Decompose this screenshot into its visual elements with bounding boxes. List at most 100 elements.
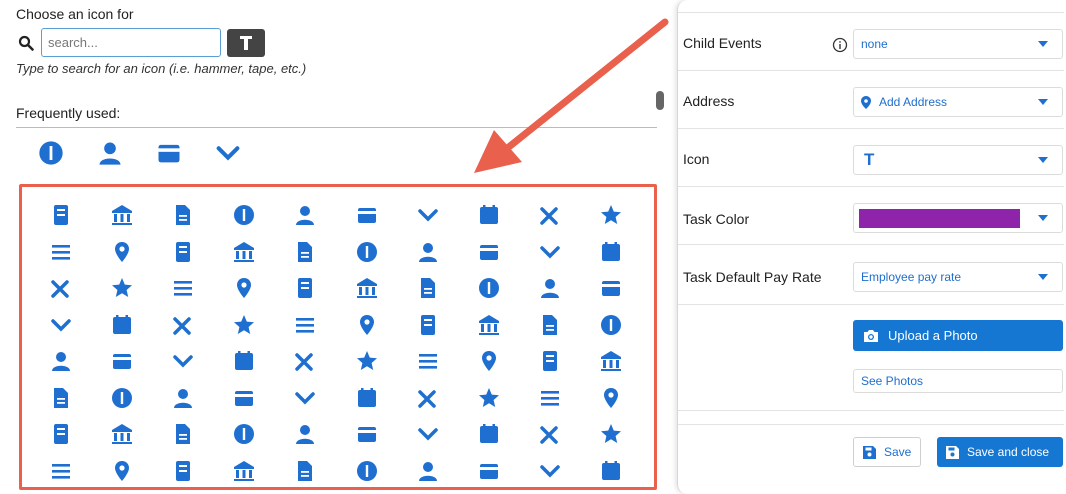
square-outline-icon[interactable] bbox=[30, 307, 91, 344]
institution-icon[interactable] bbox=[275, 197, 336, 234]
circle-outline-icon[interactable] bbox=[91, 416, 152, 453]
copy-icon[interactable] bbox=[336, 197, 397, 234]
save-and-close-button[interactable]: Save and close bbox=[937, 437, 1063, 467]
location-pin-icon[interactable] bbox=[581, 307, 642, 344]
dollar-sign-icon[interactable] bbox=[214, 197, 275, 234]
width-icon[interactable] bbox=[336, 380, 397, 417]
truck-icon[interactable] bbox=[397, 270, 458, 307]
barcode-icon[interactable] bbox=[336, 343, 397, 380]
calendar-grid-icon[interactable] bbox=[520, 343, 581, 380]
credit-card-icon[interactable] bbox=[30, 234, 91, 271]
blank-file-icon[interactable] bbox=[152, 270, 213, 307]
save-button[interactable]: Save bbox=[853, 437, 921, 467]
stairs-up-icon[interactable] bbox=[581, 416, 642, 453]
divider bbox=[678, 410, 1064, 411]
parking-icon[interactable] bbox=[581, 234, 642, 271]
lift-icon[interactable] bbox=[520, 380, 581, 417]
book-icon[interactable] bbox=[458, 343, 519, 380]
list-icon[interactable] bbox=[152, 416, 213, 453]
office-building-icon[interactable] bbox=[581, 197, 642, 234]
handshake-icon[interactable] bbox=[275, 307, 336, 344]
money-bag-icon[interactable] bbox=[91, 343, 152, 380]
address-select[interactable]: Add Address bbox=[853, 87, 1063, 117]
child-events-select[interactable]: none bbox=[853, 29, 1063, 59]
chevron-down-icon[interactable] bbox=[275, 234, 336, 271]
text-cursor-box-icon[interactable] bbox=[336, 270, 397, 307]
image-file-icon[interactable] bbox=[458, 234, 519, 271]
vertical-height-icon[interactable] bbox=[336, 307, 397, 344]
microphone-icon[interactable] bbox=[214, 270, 275, 307]
tags-icon[interactable] bbox=[275, 270, 336, 307]
document-icon[interactable] bbox=[152, 197, 213, 234]
city-icon[interactable] bbox=[93, 138, 127, 168]
word-file-icon[interactable] bbox=[30, 270, 91, 307]
pay-rate-select[interactable]: Employee pay rate bbox=[853, 262, 1063, 292]
star-icon[interactable] bbox=[152, 307, 213, 344]
clipboard-arrow-icon[interactable] bbox=[458, 270, 519, 307]
sort-numeric-icon[interactable] bbox=[397, 416, 458, 453]
excel-file-icon[interactable] bbox=[397, 234, 458, 271]
receipt-icon[interactable] bbox=[520, 307, 581, 344]
worker-icon[interactable] bbox=[152, 343, 213, 380]
mountain-icon[interactable] bbox=[336, 453, 397, 490]
stairs-icon[interactable] bbox=[397, 343, 458, 380]
chevron-down-icon bbox=[1038, 99, 1048, 105]
archive-upload-icon[interactable] bbox=[91, 380, 152, 417]
factory-icon[interactable] bbox=[520, 270, 581, 307]
card-icon[interactable] bbox=[30, 453, 91, 490]
support-icon[interactable] bbox=[30, 380, 91, 417]
video-file-icon[interactable] bbox=[91, 270, 152, 307]
clock-icon[interactable] bbox=[152, 453, 213, 490]
icon-select[interactable]: T bbox=[853, 145, 1063, 175]
building-icon[interactable] bbox=[520, 197, 581, 234]
edit-folder-icon[interactable] bbox=[214, 234, 275, 271]
info-icon[interactable] bbox=[832, 37, 848, 53]
icon-search-input[interactable] bbox=[41, 28, 221, 57]
feather-icon[interactable] bbox=[211, 138, 245, 168]
projector-icon[interactable] bbox=[91, 453, 152, 490]
box-icon[interactable] bbox=[30, 416, 91, 453]
caret-down-icon[interactable] bbox=[214, 307, 275, 344]
close-icon[interactable] bbox=[91, 307, 152, 344]
hand-truck-icon[interactable] bbox=[458, 380, 519, 417]
calendar-icon[interactable] bbox=[336, 234, 397, 271]
zoom-user-icon[interactable] bbox=[275, 453, 336, 490]
thermometer-icon[interactable] bbox=[30, 197, 91, 234]
text-icon-button[interactable] bbox=[227, 29, 265, 57]
baht-icon[interactable] bbox=[91, 234, 152, 271]
grid-folder-icon[interactable] bbox=[458, 307, 519, 344]
cheers-icon[interactable] bbox=[34, 138, 68, 168]
question-icon[interactable] bbox=[275, 416, 336, 453]
chart-folder-icon[interactable] bbox=[214, 343, 275, 380]
shower-icon[interactable] bbox=[336, 416, 397, 453]
push-pin-icon[interactable] bbox=[520, 416, 581, 453]
safe-icon[interactable] bbox=[581, 343, 642, 380]
ledger-icon[interactable] bbox=[520, 453, 581, 490]
pdf-file-icon[interactable] bbox=[520, 234, 581, 271]
mail-icon[interactable] bbox=[30, 343, 91, 380]
stamp-icon[interactable] bbox=[214, 380, 275, 417]
numbered-list-icon[interactable] bbox=[214, 416, 275, 453]
stamp-icon bbox=[235, 390, 254, 406]
user-circle-icon[interactable] bbox=[458, 197, 519, 234]
scrollbar-thumb[interactable] bbox=[656, 91, 664, 110]
see-photos-button[interactable]: See Photos bbox=[853, 369, 1063, 393]
file-dots-icon[interactable] bbox=[458, 453, 519, 490]
checklist-icon[interactable] bbox=[458, 416, 519, 453]
exit-door-icon[interactable] bbox=[397, 453, 458, 490]
folder-icon[interactable] bbox=[397, 307, 458, 344]
pump-icon[interactable] bbox=[581, 380, 642, 417]
more-box-icon[interactable] bbox=[152, 234, 213, 271]
menu-icon[interactable] bbox=[581, 270, 642, 307]
notebook-icon[interactable] bbox=[275, 343, 336, 380]
dollar-circle-icon[interactable] bbox=[397, 197, 458, 234]
cart-icon[interactable] bbox=[152, 380, 213, 417]
dolly-icon[interactable] bbox=[397, 380, 458, 417]
upload-folder-icon[interactable] bbox=[214, 453, 275, 490]
task-color-select[interactable] bbox=[853, 203, 1063, 233]
medical-box-icon[interactable] bbox=[581, 453, 642, 490]
calculator-icon[interactable] bbox=[275, 380, 336, 417]
bank-icon[interactable] bbox=[91, 197, 152, 234]
upload-photo-button[interactable]: Upload a Photo bbox=[853, 320, 1063, 351]
shower-icon[interactable] bbox=[152, 138, 186, 168]
